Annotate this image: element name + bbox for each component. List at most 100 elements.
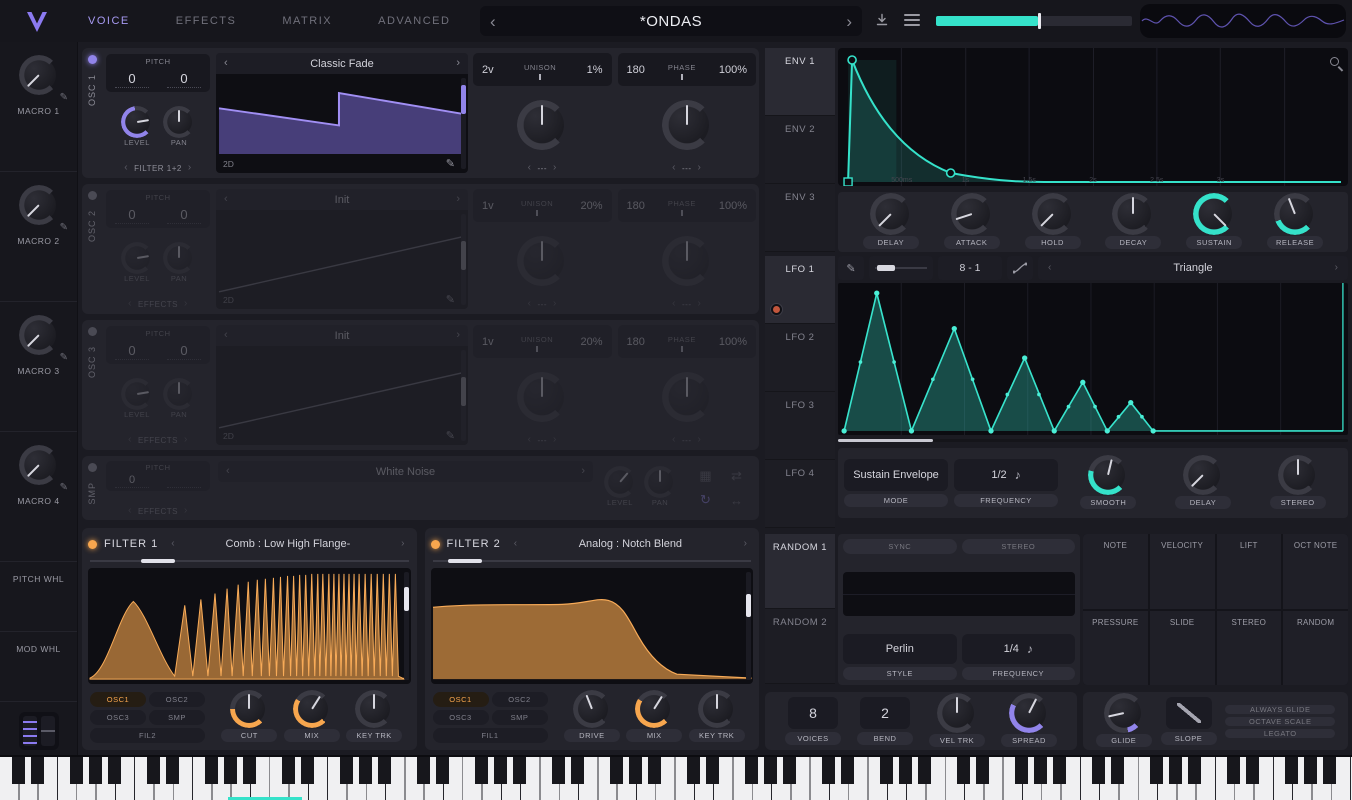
env-hold-knob[interactable] [1034,195,1071,232]
osc3-unison-voices[interactable]: 1v [482,336,494,348]
osc1-transpose-value[interactable]: 0 [115,71,149,88]
filter1-input-smp[interactable]: SMP [149,709,205,725]
osc3-wave-display[interactable]: 2D ✎ [216,346,468,445]
bend-value[interactable]: 2 [860,697,910,729]
tempo-sync-note-icon[interactable]: ♪ [1027,642,1033,656]
osc2-pan-knob[interactable] [166,244,192,271]
macro-4-knob[interactable] [21,448,56,482]
osc3-phase-knob[interactable] [664,374,709,419]
prev-arrow-icon[interactable]: ‹ [224,58,228,69]
toggle-legato[interactable]: LEGATO [1225,728,1336,738]
osc3-power-toggle[interactable] [87,327,97,336]
tab-lfo-3[interactable]: LFO 3 [765,392,835,460]
tab-voice[interactable]: VOICE [88,15,130,27]
mod-source-pressure[interactable]: PRESSURE [1083,610,1148,685]
smp-level-knob[interactable] [607,469,633,495]
prev-preset-button[interactable]: ‹ [490,13,496,30]
osc3-level-knob[interactable] [124,380,150,407]
lfo1-mod-drag-handle[interactable] [771,304,782,315]
tab-lfo-4[interactable]: LFO 4 [765,460,835,528]
lfo-stereo-knob[interactable] [1280,457,1315,492]
osc1-level-knob[interactable] [124,108,150,135]
filter1-input-osc2[interactable]: OSC2 [149,691,205,707]
edit-wavetable-icon[interactable]: ✎ [446,157,455,170]
osc1-unison-voices[interactable]: 2v [482,64,494,76]
filter2-chain-fil1[interactable]: FIL1 [432,727,548,743]
lfo-display[interactable] [838,283,1348,435]
osc2-routing-select[interactable]: ‹ EFFECTS › [104,299,212,309]
lfo-delay-knob[interactable] [1186,457,1220,492]
osc3-phase-dest-select[interactable]: ‹ --- › [618,435,757,445]
voices-value[interactable]: 8 [788,697,838,729]
osc1-view-mode[interactable]: 2D [223,159,234,169]
mod-source-oct-note[interactable]: OCT NOTE [1283,534,1348,609]
env-decay-knob[interactable] [1115,195,1152,232]
osc2-phase-dest-select[interactable]: ‹ --- › [618,299,757,309]
random-stereo-toggle[interactable]: STEREO [961,539,1075,554]
menu-icon[interactable] [904,14,920,26]
env-release-knob[interactable] [1277,195,1314,232]
random-phase-icon[interactable]: ⇄ [731,468,742,484]
osc2-power-toggle[interactable] [87,191,97,200]
wheels-indicator[interactable] [18,712,59,750]
smp-tune-value[interactable] [167,474,201,488]
osc2-wavetable-select[interactable]: ‹ Init › [216,189,468,210]
prev-arrow-icon[interactable]: ‹ [124,163,128,173]
osc1-unison-knob[interactable] [520,102,565,147]
mod-source-slide[interactable]: SLIDE [1149,610,1215,685]
filter1-morph-handle[interactable] [140,559,175,563]
filter1-cut-knob[interactable] [233,692,266,725]
filter1-input-osc1[interactable]: OSC1 [90,691,146,707]
osc2-phase-value[interactable]: 180 [627,200,645,212]
macro-3-knob[interactable] [21,318,56,352]
filter2-keytrack-knob[interactable] [700,692,733,725]
phase-indicator[interactable] [680,73,683,80]
lfo-frequency-control[interactable]: 1/2 ♪ [954,459,1058,491]
save-preset-icon[interactable] [874,12,890,33]
mod-source-velocity[interactable]: VELOCITY [1149,534,1215,609]
loop-icon[interactable]: ↻ [700,492,711,508]
bounce-icon[interactable]: ↔ [730,493,743,508]
piano-keyboard[interactable] [0,755,1352,800]
env-delay-knob[interactable] [872,195,909,232]
osc3-phase-rand[interactable]: 100% [719,336,747,348]
osc1-phase-dest-select[interactable]: ‹ --- › [618,163,757,173]
next-preset-button[interactable]: › [846,13,852,30]
pitch-wheel-bar[interactable] [40,716,55,746]
osc1-unison-dest-select[interactable]: ‹ --- › [473,163,612,173]
macro-1-knob[interactable] [21,58,56,92]
osc2-transpose-value[interactable]: 0 [115,207,149,224]
lfo-shape-select[interactable]: ‹ Triangle › [1038,256,1348,280]
unison-stack-indicator[interactable] [539,73,542,80]
osc1-power-toggle[interactable] [87,55,97,64]
osc2-unison-voices[interactable]: 1v [482,200,494,212]
filter1-keytrack-knob[interactable] [358,692,391,725]
filter1-mix-knob[interactable] [295,692,328,725]
filter2-model-select[interactable]: ‹ Analog : Notch Blend › [508,538,753,550]
preset-name[interactable]: *ONDAS [640,13,702,30]
osc1-pan-knob[interactable] [166,108,192,135]
macro-2-knob[interactable] [21,188,56,222]
tab-random-2[interactable]: RANDOM 2 [765,609,835,684]
osc1-wave-display[interactable]: 2D ✎ [216,74,468,173]
osc2-unison-detune[interactable]: 20% [580,200,602,212]
filter1-input-osc3[interactable]: OSC3 [90,709,146,725]
osc2-frame-slider[interactable] [461,214,466,305]
vel-trk-knob[interactable] [940,695,974,730]
osc3-unison-knob[interactable] [520,374,565,419]
filter2-display[interactable] [430,568,753,684]
filter2-input-smp[interactable]: SMP [491,709,548,725]
lfo-frequency-value[interactable]: 1/2 [991,469,1006,481]
random-frequency-control[interactable]: 1/4 ♪ [961,634,1075,664]
tab-advanced[interactable]: ADVANCED [378,15,450,27]
mod-source-note[interactable]: NOTE [1083,534,1148,609]
filter2-mix-knob[interactable] [638,692,671,725]
osc3-unison-detune[interactable]: 20% [580,336,602,348]
osc1-unison-detune[interactable]: 1% [587,64,603,76]
lfo-smooth-knob[interactable] [1091,457,1126,492]
filter1-cutoff-slider[interactable] [403,572,409,680]
tab-lfo-1[interactable]: LFO 1 [765,256,835,324]
mod-source-lift[interactable]: LIFT [1216,534,1282,609]
lfo-paint-handle[interactable] [877,265,895,271]
osc1-routing-select[interactable]: ‹ FILTER 1+2 › [104,163,212,173]
